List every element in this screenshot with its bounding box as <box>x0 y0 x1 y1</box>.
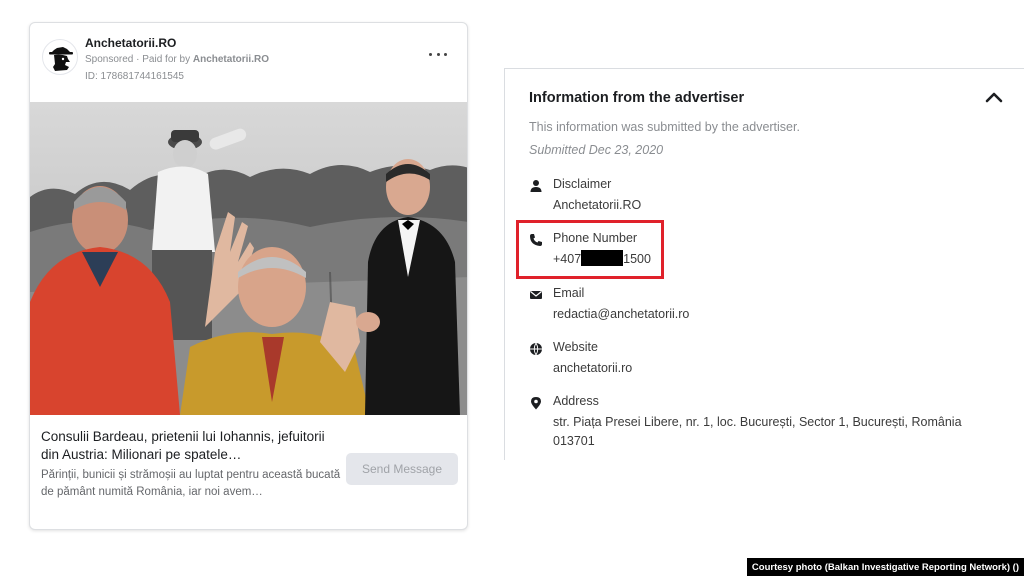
page-name[interactable]: Anchetatorii.RO <box>85 36 176 50</box>
ad-collage-image[interactable] <box>30 102 467 415</box>
phone-prefix: +407 <box>553 252 582 266</box>
send-message-button[interactable]: Send Message <box>346 453 458 485</box>
detective-logo-icon <box>49 47 73 71</box>
phone-suffix: 1500 <box>623 252 651 266</box>
envelope-icon <box>530 291 542 299</box>
email-row: Email redactia@anchetatorii.ro <box>529 286 1009 326</box>
ad-body-text: Părinții, bunicii și strămoșii au luptat… <box>41 469 341 498</box>
address-line-1: str. Piața Presei Libere, nr. 1, loc. Bu… <box>553 415 962 429</box>
submitted-date: Submitted Dec 23, 2020 <box>529 143 664 157</box>
phone-icon <box>530 234 542 246</box>
website-row: Website anchetatorii.ro <box>529 340 1009 380</box>
sponsored-line: Sponsored · Paid for by Anchetatorii.RO <box>85 54 269 65</box>
more-dot <box>444 52 447 56</box>
ad-headline[interactable]: Consulii Bardeau, prietenii lui Iohannis… <box>41 428 331 464</box>
phone-label: Phone Number <box>553 231 638 245</box>
address-label: Address <box>553 394 599 408</box>
ad-id: ID: 178681744161545 <box>85 71 184 82</box>
location-pin-icon <box>531 397 541 410</box>
address-row: Address str. Piața Presei Libere, nr. 1,… <box>529 394 1009 454</box>
sponsored-label: Sponsored <box>85 54 134 65</box>
info-subtitle: This information was submitted by the ad… <box>529 120 800 134</box>
phone-row: Phone Number +407 1500 <box>529 231 1009 271</box>
person-icon <box>530 180 542 192</box>
chevron-up-icon <box>985 92 1003 103</box>
disclaimer-value: Anchetatorii.RO <box>553 198 642 212</box>
info-title: Information from the advertiser <box>529 90 745 106</box>
disclaimer-row: Disclaimer Anchetatorii.RO <box>529 177 1009 217</box>
ad-photo-collage <box>30 102 467 415</box>
redaction-bar <box>581 250 624 266</box>
ad-footer: Consulii Bardeau, prietenii lui Iohannis… <box>30 415 467 529</box>
disclaimer-label: Disclaimer <box>553 177 612 191</box>
ad-header: Anchetatorii.RO Sponsored · Paid for by … <box>30 23 467 102</box>
website-value[interactable]: anchetatorii.ro <box>553 359 632 378</box>
more-dot <box>436 52 440 56</box>
email-value[interactable]: redactia@anchetatorii.ro <box>553 305 689 324</box>
more-horizontal-icon <box>429 52 432 56</box>
address-line-2: 013701 <box>553 434 595 448</box>
collapse-button[interactable] <box>983 87 1005 109</box>
more-options-button[interactable] <box>429 49 447 59</box>
paid-for-prefix: Paid for by <box>142 54 191 65</box>
website-label: Website <box>553 340 598 354</box>
advertiser-info-panel: Information from the advertiser This inf… <box>504 68 1024 460</box>
page-avatar[interactable] <box>42 39 78 75</box>
email-label: Email <box>553 286 585 300</box>
ad-card: Anchetatorii.RO Sponsored · Paid for by … <box>29 22 468 530</box>
address-value: str. Piața Presei Libere, nr. 1, loc. Bu… <box>553 413 962 451</box>
photo-credit: Courtesy photo (Balkan Investigative Rep… <box>746 558 1024 576</box>
globe-icon <box>530 342 542 356</box>
paid-for-name[interactable]: Anchetatorii.RO <box>193 54 269 65</box>
phone-value: +407 1500 <box>553 250 651 269</box>
